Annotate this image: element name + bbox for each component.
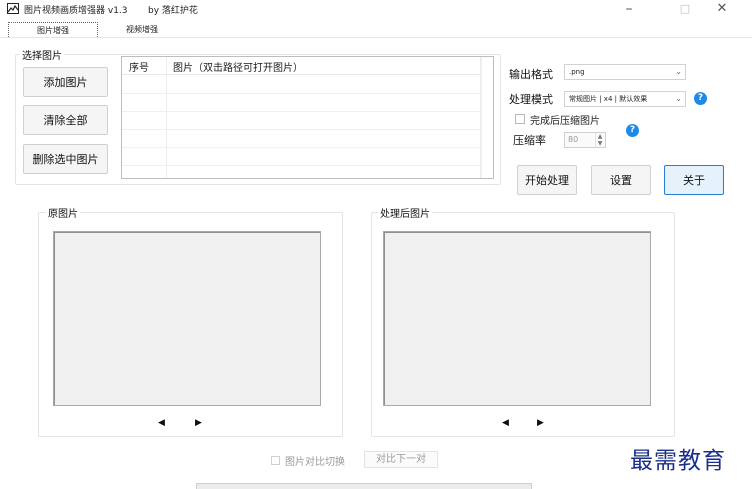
processed-next-button[interactable]: ▶ (537, 418, 544, 428)
list-row-line (122, 93, 493, 94)
mode-help-icon[interactable]: ? (694, 92, 707, 105)
select-images-label: 选择图片 (20, 47, 64, 62)
compress-after-label: 完成后压缩图片 (530, 116, 600, 127)
original-image-label: 原图片 (46, 205, 80, 220)
output-format-select[interactable]: .png ⌄ (564, 64, 686, 80)
compress-ratio-value: 80 (568, 135, 579, 144)
process-mode-value: 常规图片 | x4 | 默认效果 (569, 95, 648, 103)
original-image-view (53, 231, 321, 406)
column-index[interactable]: 序号 (129, 59, 149, 74)
process-mode-label: 处理模式 (509, 93, 553, 106)
original-prev-button[interactable]: ◀ (158, 418, 165, 428)
compare-toggle-label: 图片对比切换 (285, 457, 345, 468)
list-row-line (122, 147, 493, 148)
tab-image-enhance[interactable]: 图片增强 (8, 22, 98, 37)
about-button[interactable]: 关于 (664, 165, 724, 195)
column-divider (166, 57, 167, 178)
chevron-down-icon: ⌄ (675, 94, 682, 103)
compress-ratio-label: 压缩率 (513, 134, 546, 147)
settings-button[interactable]: 设置 (591, 165, 651, 195)
compress-after-checkbox[interactable] (515, 114, 525, 124)
spinner-arrows-icon[interactable]: ▲ ▼ (595, 133, 604, 147)
processed-prev-button[interactable]: ◀ (502, 418, 509, 428)
chevron-down-icon: ⌄ (675, 67, 682, 76)
compare-toggle-checkbox[interactable] (271, 456, 280, 465)
list-header: 序号 图片（双击路径可打开图片） (122, 57, 493, 75)
minimize-button[interactable]: – (614, 1, 644, 17)
list-row-line (122, 129, 493, 130)
output-format-label: 输出格式 (509, 68, 553, 81)
compare-next-button[interactable]: 对比下一对 (364, 451, 438, 468)
compress-ratio-spinner[interactable]: 80 ▲ ▼ (564, 132, 606, 148)
close-button[interactable]: ✕ (707, 1, 737, 17)
delete-selected-button[interactable]: 删除选中图片 (23, 144, 108, 174)
image-list[interactable]: 序号 图片（双击路径可打开图片） (121, 56, 494, 179)
maximize-button[interactable]: □ (670, 1, 700, 17)
progress-bar (196, 483, 532, 489)
app-image-icon (7, 3, 19, 14)
window-author: by 落红护花 (148, 6, 198, 16)
clear-all-button[interactable]: 清除全部 (23, 105, 108, 135)
tab-video-enhance[interactable]: 视频增强 (112, 22, 172, 37)
list-row-line (122, 165, 493, 166)
list-scrollbar[interactable] (481, 57, 493, 178)
column-image-path[interactable]: 图片（双击路径可打开图片） (173, 59, 303, 74)
add-image-button[interactable]: 添加图片 (23, 67, 108, 97)
title-bar: 图片视频画质增强器 v1.3 by 落红护花 – □ ✕ (0, 0, 752, 20)
original-next-button[interactable]: ▶ (195, 418, 202, 428)
output-format-value: .png (569, 68, 585, 76)
process-mode-select[interactable]: 常规图片 | x4 | 默认效果 ⌄ (564, 91, 686, 107)
watermark-text: 最需教育 (630, 448, 726, 474)
window-title: 图片视频画质增强器 v1.3 (24, 6, 128, 16)
tab-bar: 图片增强 视频增强 (0, 20, 752, 38)
processed-image-view (383, 231, 651, 406)
list-row-line (122, 111, 493, 112)
start-processing-button[interactable]: 开始处理 (517, 165, 577, 195)
ratio-help-icon[interactable]: ? (626, 124, 639, 137)
processed-image-label: 处理后图片 (378, 205, 432, 220)
